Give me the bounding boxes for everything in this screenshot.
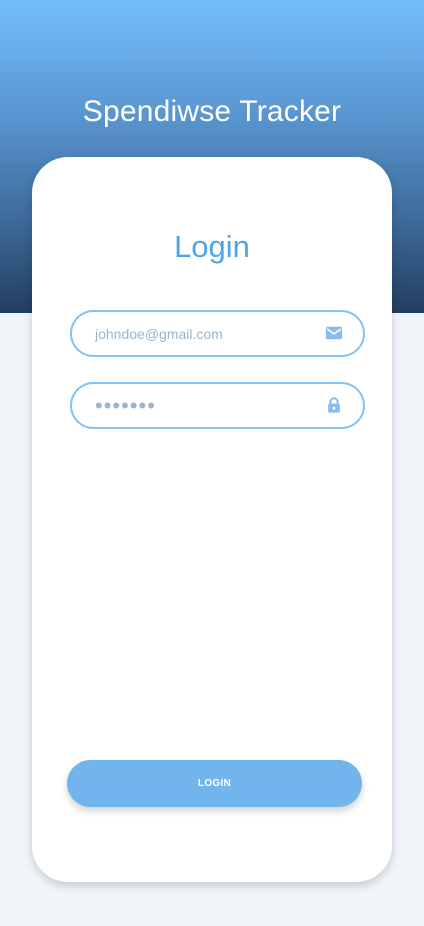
password-field[interactable] — [70, 382, 365, 429]
lock-icon — [328, 397, 340, 413]
login-button[interactable]: LOGIN — [67, 760, 362, 807]
password-input[interactable] — [95, 384, 320, 427]
mail-icon — [325, 326, 343, 340]
app-title: Spendiwse Tracker — [82, 95, 342, 128]
email-input[interactable] — [95, 312, 320, 355]
login-title: Login — [174, 229, 250, 264]
login-card: Login LOGIN — [32, 157, 392, 882]
email-field[interactable] — [70, 310, 365, 357]
